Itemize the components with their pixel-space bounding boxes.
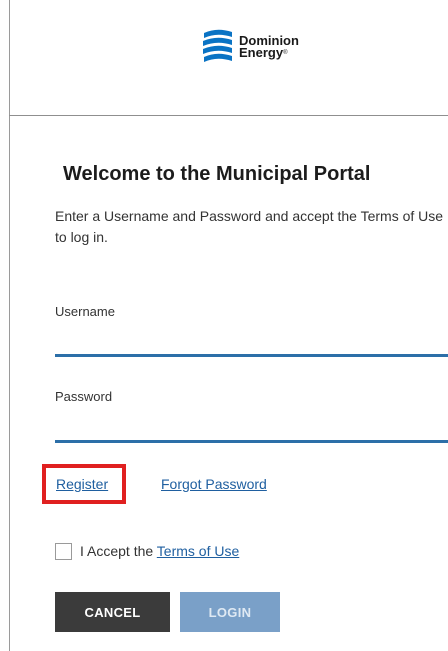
cancel-button[interactable]: CANCEL [55, 592, 170, 632]
terms-of-use-link[interactable]: Terms of Use [157, 543, 239, 559]
terms-checkbox[interactable] [55, 543, 72, 560]
password-input[interactable] [55, 416, 448, 443]
username-input[interactable] [55, 330, 448, 357]
header: Dominion Energy® [9, 0, 448, 116]
logo-trademark: ® [283, 50, 288, 56]
terms-prefix: I Accept the [80, 543, 157, 559]
login-button[interactable]: LOGIN [180, 592, 280, 632]
username-label: Username [55, 304, 115, 319]
password-label: Password [55, 389, 113, 404]
terms-accept-label: I Accept the Terms of Use [80, 543, 239, 559]
logo-wordmark: Dominion Energy® [239, 34, 299, 60]
forgot-password-link[interactable]: Forgot Password [161, 476, 267, 492]
dominion-energy-logo: Dominion Energy® [201, 28, 299, 66]
register-link[interactable]: Register [56, 476, 108, 492]
page-title: Welcome to the Municipal Portal [63, 163, 371, 185]
intro-text: Enter a Username and Password and accept… [55, 208, 444, 245]
dominion-energy-logo-icon [203, 29, 232, 62]
logo-line-2: Energy® [239, 45, 288, 60]
